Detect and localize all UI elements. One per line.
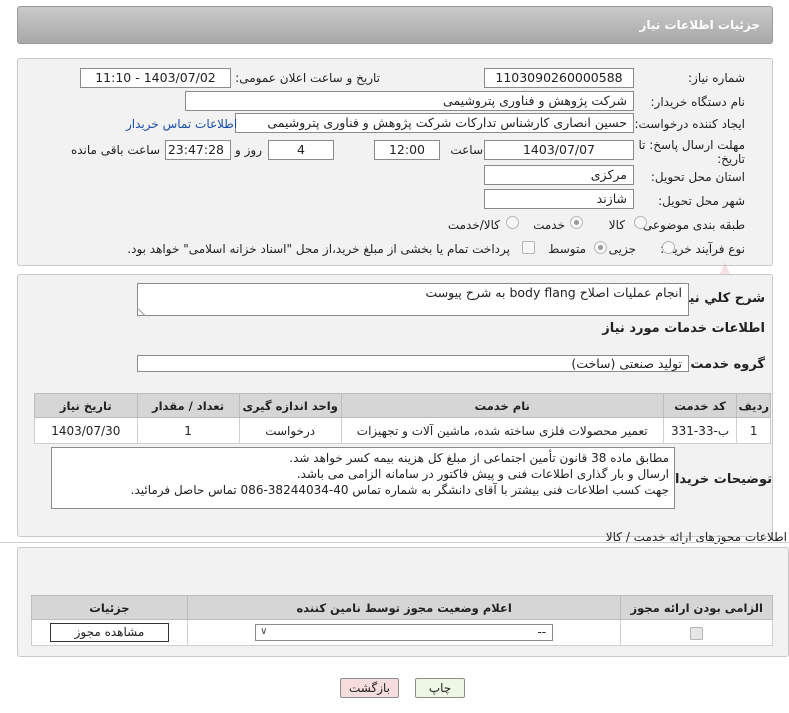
col-quantity: تعداد / مقدار: [136, 393, 240, 418]
chevron-down-icon: ∨: [260, 626, 268, 637]
col-unit: واحد اندازه گیری: [238, 393, 342, 418]
need-number-label: شماره نیاز:: [688, 71, 745, 85]
print-button[interactable]: چاپ: [415, 678, 465, 698]
deadline-label-line2: تاریخ:: [717, 152, 745, 166]
view-permit-button[interactable]: مشاهده مجوز: [49, 623, 169, 642]
city-field: شازند: [484, 189, 634, 209]
service-group-field: تولید صنعتی (ساخت): [137, 355, 689, 372]
need-details-panel: [17, 58, 773, 266]
deadline-time-field: 12:00: [374, 140, 440, 160]
category-label: طبقه بندی موضوعی:: [638, 218, 745, 232]
permits-table-header: الزامی بودن ارائه مجوز اعلام وضعیت مجوز …: [31, 595, 773, 620]
buyer-org-field: شرکت پژوهش و فناوری پتروشیمی: [185, 91, 634, 111]
buyer-contact-link[interactable]: اطلاعات تماس خریدار: [126, 117, 237, 131]
buyer-org-label: نام دستگاه خریدار:: [650, 95, 746, 109]
remaining-time-field: 23:47:28: [165, 140, 231, 160]
process-radio-medium[interactable]: [594, 241, 607, 254]
deadline-date-field: 1403/07/07: [484, 140, 634, 160]
back-button[interactable]: بازگشت: [340, 678, 399, 698]
province-label: استان محل تحویل:: [650, 170, 745, 184]
page-title: جزئیات اطلاعات نیاز: [639, 18, 760, 32]
province-field: مرکزی: [484, 165, 634, 185]
buyer-notes-line-2: ارسال و بار گذاری اطلاعات فنی و پیش فاکت…: [296, 467, 669, 481]
cell-service-code: ب-33-331: [662, 417, 738, 444]
services-table: ردیف کد خدمت نام خدمت واحد اندازه گیری ت…: [34, 393, 771, 444]
announce-date-field: 1403/07/02 - 11:10: [80, 68, 231, 88]
col-row-number: ردیف: [736, 393, 771, 418]
creator-field: حسین انصاری کارشناس تدارکات شرکت پژوهش و…: [235, 113, 634, 133]
table-row: 1 ب-33-331 تعمیر محصولات فلزی ساخته شده،…: [34, 417, 771, 444]
permits-divider: [0, 542, 789, 543]
cell-quantity: 1: [136, 417, 240, 444]
service-group-label: گروه خدمت:: [685, 357, 765, 372]
col-service-name: نام خدمت: [340, 393, 664, 418]
city-label: شهر محل تحویل:: [658, 194, 745, 208]
cell-unit: درخواست: [238, 417, 342, 444]
services-table-header: ردیف کد خدمت نام خدمت واحد اندازه گیری ت…: [34, 393, 771, 418]
col-need-date: تاریخ نیاز: [34, 393, 138, 418]
process-radio-minor[interactable]: [662, 241, 675, 254]
need-number-field: 1103090260000588: [484, 68, 634, 88]
announce-date-label: تاریخ و ساعت اعلان عمومی:: [235, 71, 380, 85]
buyer-notes-line-3: جهت کسب اطلاعات فنی بیشتر با آقای دانشگر…: [130, 483, 669, 497]
col-service-code: کد خدمت: [662, 393, 738, 418]
category-radio-service[interactable]: [570, 216, 583, 229]
category-radio-goods-service[interactable]: [506, 216, 519, 229]
category-radio-goods[interactable]: [634, 216, 647, 229]
creator-label: ایجاد کننده درخواست:: [634, 117, 745, 131]
treasury-payment-checkbox[interactable]: [522, 241, 535, 254]
summary-textarea[interactable]: انجام عملیات اصلاح body flang به شرح پیو…: [137, 283, 689, 316]
col-permit-required: الزامی بودن ارائه مجوز: [620, 595, 773, 620]
category-goods-label: کالا: [608, 218, 625, 232]
cell-need-date: 1403/07/30: [34, 417, 138, 444]
days-remaining-field: 4: [268, 140, 334, 160]
permit-status-select[interactable]: -- ∨: [255, 624, 554, 641]
col-permit-details: جزئیات: [31, 595, 188, 620]
category-goods-service-label: کالا/خدمت: [447, 218, 500, 232]
buyer-notes-textarea[interactable]: مطابق ماده 38 قانون تأمین اجتماعی از مبل…: [51, 447, 675, 509]
cell-row-number: 1: [736, 417, 771, 444]
process-medium-label: متوسط: [548, 242, 586, 256]
deadline-time-label: ساعت: [450, 143, 483, 157]
permit-status-selected: --: [537, 625, 547, 639]
col-permit-status: اعلام وضعیت مجوز توسط نامین کننده: [186, 595, 622, 620]
buyer-notes-line-1: مطابق ماده 38 قانون تأمین اجتماعی از مبل…: [289, 451, 669, 465]
remaining-time-label: ساعت باقی مانده: [70, 143, 160, 157]
permit-required-checkbox: [690, 626, 704, 640]
permits-table: الزامی بودن ارائه مجوز اعلام وضعیت مجوز …: [31, 595, 773, 646]
process-minor-label: جزیی: [608, 242, 636, 256]
category-service-label: خدمت: [533, 218, 565, 232]
days-label: روز و: [235, 143, 262, 157]
table-row: -- ∨ مشاهده مجوز: [31, 619, 773, 646]
page-header: جزئیات اطلاعات نیاز: [17, 6, 773, 44]
cell-service-name: تعمیر محصولات فلزی ساخته شده، ماشین آلات…: [340, 417, 664, 444]
services-heading: اطلاعات خدمات مورد نیاز: [602, 321, 765, 336]
deadline-label-line1: مهلت ارسال پاسخ: تا: [638, 138, 745, 152]
treasury-payment-note: پرداخت تمام یا بخشی از مبلغ خرید،از محل …: [127, 242, 510, 256]
buyer-notes-label: توضیحات خریدار:: [662, 472, 772, 487]
